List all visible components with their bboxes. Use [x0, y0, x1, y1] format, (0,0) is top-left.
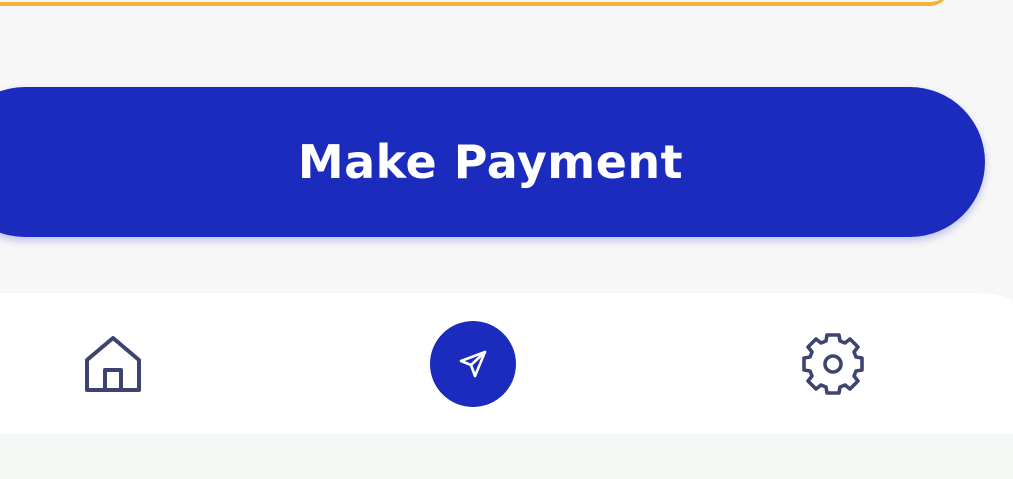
home-icon — [85, 336, 141, 392]
bottom-strip — [0, 434, 1013, 479]
make-payment-label: Make Payment — [297, 135, 684, 189]
send-icon — [459, 350, 487, 378]
nav-settings-button[interactable] — [802, 333, 864, 395]
make-payment-button[interactable]: Make Payment — [0, 87, 985, 237]
bottom-nav — [0, 293, 1013, 434]
nav-send-button[interactable] — [430, 321, 516, 407]
top-card — [0, 0, 950, 6]
nav-home-button[interactable] — [82, 333, 144, 395]
gear-icon — [802, 333, 864, 395]
